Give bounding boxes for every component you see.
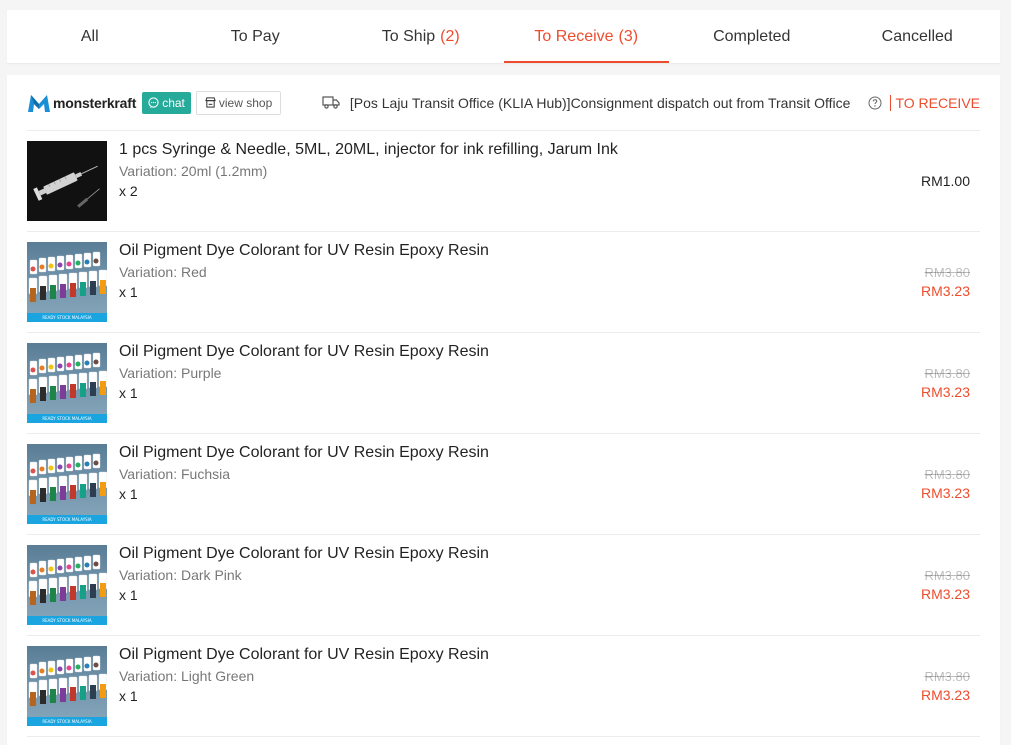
product-name[interactable]: Oil Pigment Dye Colorant for UV Resin Ep… bbox=[119, 544, 489, 564]
order-status-label: TO RECEIVE bbox=[890, 94, 980, 111]
product-thumbnail[interactable]: READY STOCK MALAYSIA bbox=[27, 242, 107, 322]
product-price: RM3.80 RM3.23 bbox=[921, 465, 970, 503]
product-info: Oil Pigment Dye Colorant for UV Resin Ep… bbox=[119, 645, 489, 705]
thumb-banner: READY STOCK MALAYSIA bbox=[27, 313, 107, 322]
list-item[interactable]: READY STOCK MALAYSIA Oil Pigment Dye Col… bbox=[27, 333, 980, 434]
product-thumbnail[interactable]: READY STOCK MALAYSIA bbox=[27, 343, 107, 423]
product-info: Oil Pigment Dye Colorant for UV Resin Ep… bbox=[119, 443, 489, 503]
product-variation: Variation: Light Green bbox=[119, 668, 255, 684]
tab-completed[interactable]: Completed bbox=[669, 10, 835, 63]
tab-count: (2) bbox=[440, 27, 460, 45]
product-thumbnail[interactable] bbox=[27, 141, 107, 221]
product-price: RM3.80 RM3.23 bbox=[921, 566, 970, 604]
product-price: RM1.00 bbox=[920, 173, 970, 189]
product-price: RM3.80 RM3.23 bbox=[921, 263, 970, 301]
pigment-bottles-image bbox=[28, 352, 107, 403]
product-quantity: x 2 bbox=[119, 183, 138, 199]
tab-cancelled[interactable]: Cancelled bbox=[835, 10, 1001, 63]
chat-button[interactable]: chat bbox=[142, 91, 191, 114]
list-item[interactable]: 1 pcs Syringe & Needle, 5ML, 20ML, injec… bbox=[27, 131, 980, 232]
product-name[interactable]: Oil Pigment Dye Colorant for UV Resin Ep… bbox=[119, 645, 489, 665]
chat-label: chat bbox=[162, 95, 185, 110]
tab-count: (3) bbox=[618, 27, 639, 45]
tab-label: To Ship bbox=[381, 27, 436, 45]
tab-label: Cancelled bbox=[881, 27, 953, 45]
tab-to-ship[interactable]: To Ship (2) bbox=[338, 10, 504, 63]
original-price: RM3.80 bbox=[924, 265, 970, 280]
discounted-price: RM3.23 bbox=[920, 687, 970, 703]
shipping-status: [Pos Laju Transit Office (KLIA Hub)]Cons… bbox=[322, 94, 980, 111]
shop-icon bbox=[205, 97, 216, 108]
view-shop-button[interactable]: view shop bbox=[195, 90, 282, 115]
thumb-banner: READY STOCK MALAYSIA bbox=[27, 616, 107, 625]
tab-label: To Pay bbox=[230, 27, 280, 45]
list-item[interactable]: READY STOCK MALAYSIA Oil Pigment Dye Col… bbox=[27, 636, 980, 737]
product-name[interactable]: 1 pcs Syringe & Needle, 5ML, 20ML, injec… bbox=[119, 140, 618, 160]
pigment-bottles-image bbox=[28, 251, 107, 302]
product-info: Oil Pigment Dye Colorant for UV Resin Ep… bbox=[119, 544, 489, 604]
order-status-tabs: All To Pay To Ship (2) To Receive (3) Comp… bbox=[7, 10, 1000, 63]
original-price: RM3.80 bbox=[924, 366, 970, 381]
product-price: RM3.80 RM3.23 bbox=[921, 364, 970, 402]
product-thumbnail[interactable]: READY STOCK MALAYSIA bbox=[27, 545, 107, 625]
order-header: monsterkraft chat view shop [Pos Laju Tr… bbox=[27, 75, 980, 131]
shop-link[interactable]: monsterkraft bbox=[27, 93, 136, 113]
product-quantity: x 1 bbox=[119, 385, 138, 401]
product-quantity: x 1 bbox=[119, 284, 138, 300]
monster-logo-icon bbox=[28, 94, 50, 112]
order-items: 1 pcs Syringe & Needle, 5ML, 20ML, injec… bbox=[27, 131, 980, 737]
product-name[interactable]: Oil Pigment Dye Colorant for UV Resin Ep… bbox=[119, 241, 489, 261]
tab-label: Completed bbox=[713, 27, 791, 45]
chat-icon bbox=[148, 97, 159, 108]
thumb-banner: READY STOCK MALAYSIA bbox=[27, 414, 107, 423]
product-info: 1 pcs Syringe & Needle, 5ML, 20ML, injec… bbox=[119, 140, 618, 200]
tab-label: All bbox=[80, 27, 99, 45]
tab-label: To Receive bbox=[534, 27, 614, 45]
product-quantity: x 1 bbox=[119, 688, 138, 704]
view-shop-label: view shop bbox=[218, 95, 273, 110]
truck-icon bbox=[322, 96, 340, 109]
tracking-message[interactable]: [Pos Laju Transit Office (KLIA Hub)]Cons… bbox=[350, 95, 851, 111]
product-info: Oil Pigment Dye Colorant for UV Resin Ep… bbox=[119, 342, 489, 402]
product-quantity: x 1 bbox=[119, 486, 138, 502]
product-variation: Variation: Dark Pink bbox=[119, 567, 242, 583]
product-quantity: x 1 bbox=[119, 587, 138, 603]
product-thumbnail[interactable]: READY STOCK MALAYSIA bbox=[27, 646, 107, 726]
tab-all[interactable]: All bbox=[7, 10, 173, 63]
discounted-price: RM3.23 bbox=[920, 586, 970, 602]
help-icon[interactable] bbox=[868, 96, 882, 110]
product-name[interactable]: Oil Pigment Dye Colorant for UV Resin Ep… bbox=[119, 443, 489, 463]
discounted-price: RM3.23 bbox=[920, 384, 970, 400]
original-price: RM3.80 bbox=[924, 568, 970, 583]
product-info: Oil Pigment Dye Colorant for UV Resin Ep… bbox=[119, 241, 489, 301]
product-variation: Variation: Red bbox=[119, 264, 207, 280]
order-card: monsterkraft chat view shop [Pos Laju Tr… bbox=[7, 75, 1000, 745]
discounted-price: RM3.23 bbox=[920, 283, 970, 299]
list-item[interactable]: READY STOCK MALAYSIA Oil Pigment Dye Col… bbox=[27, 434, 980, 535]
product-variation: Variation: Purple bbox=[119, 365, 222, 381]
syringe-icon bbox=[33, 165, 100, 208]
original-price: RM3.80 bbox=[924, 669, 970, 684]
discounted-price: RM3.23 bbox=[920, 485, 970, 501]
pigment-bottles-image bbox=[28, 453, 107, 504]
pigment-bottles-image bbox=[28, 655, 107, 706]
product-price: RM3.80 RM3.23 bbox=[921, 667, 970, 705]
thumb-banner: READY STOCK MALAYSIA bbox=[27, 515, 107, 524]
thumb-banner: READY STOCK MALAYSIA bbox=[27, 717, 107, 726]
tab-to-pay[interactable]: To Pay bbox=[173, 10, 339, 63]
product-name[interactable]: Oil Pigment Dye Colorant for UV Resin Ep… bbox=[119, 342, 489, 362]
product-variation: Variation: Fuchsia bbox=[119, 466, 231, 482]
shop-name: monsterkraft bbox=[53, 94, 137, 111]
pigment-bottles-image bbox=[28, 554, 107, 605]
original-price: RM3.80 bbox=[924, 467, 970, 482]
tab-to-receive[interactable]: To Receive (3) bbox=[503, 10, 670, 63]
list-item[interactable]: READY STOCK MALAYSIA Oil Pigment Dye Col… bbox=[27, 232, 980, 333]
product-thumbnail[interactable]: READY STOCK MALAYSIA bbox=[27, 444, 107, 524]
list-item[interactable]: READY STOCK MALAYSIA Oil Pigment Dye Col… bbox=[27, 535, 980, 636]
product-variation: Variation: 20ml (1.2mm) bbox=[119, 163, 268, 179]
